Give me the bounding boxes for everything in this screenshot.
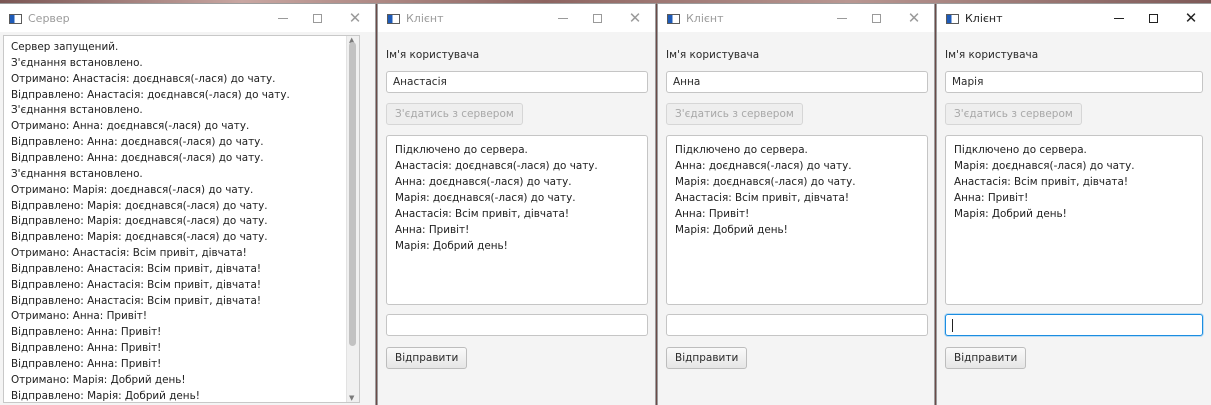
send-button[interactable]: Відправити [386, 347, 468, 369]
log-line: Відправлено: Марія: доєднався(-лася) до … [11, 215, 268, 228]
scrollbar-thumb[interactable] [349, 42, 356, 346]
window-title: Клієнт [686, 12, 724, 25]
app-icon [9, 14, 22, 24]
chat-area[interactable]: Підключено до сервера. Марія: доєднався(-… [945, 135, 1203, 305]
server-titlebar[interactable]: Сервер ✕ [0, 4, 375, 32]
chat-message: Марія: Добрий день! [395, 240, 508, 252]
chat-message: Анна: Привіт! [675, 208, 750, 220]
window-title: Клієнт [965, 12, 1003, 25]
app-icon [387, 14, 400, 24]
scrollbar[interactable]: ▲ ▼ [346, 36, 359, 402]
username-label: Ім'я користувача [666, 49, 760, 61]
log-line: З'єднання встановлено. [11, 167, 143, 180]
window-title: Сервер [28, 12, 70, 25]
username-label: Ім'я користувача [386, 49, 480, 61]
send-button[interactable]: Відправити [945, 347, 1027, 369]
connect-button[interactable]: З'єдатись з сервером [945, 103, 1082, 125]
chat-area[interactable]: Підключено до сервера. Анастасія: доєднав… [386, 135, 648, 305]
log-line: Відправлено: Марія: доєднався(-лася) до … [11, 231, 268, 244]
chat-message: Підключено до сервера. [675, 144, 808, 156]
chat-message: Анна: Привіт! [395, 224, 470, 236]
maximize-icon[interactable] [307, 8, 327, 28]
log-line: Відправлено: Анастасія: доєднався(-лася)… [11, 88, 290, 101]
chat-message: Марія: доєднався(-лася) до чату. [954, 160, 1135, 172]
log-line: Сервер запущений. [11, 41, 119, 53]
maximize-icon[interactable] [1143, 8, 1163, 28]
minimize-icon[interactable] [553, 8, 573, 28]
log-line: Отримано: Марія: Добрий день! [11, 373, 186, 386]
log-line: Відправлено: Марія: Добрий день! [11, 389, 200, 402]
chat-message: Анна: доєднався(-лася) до чату. [395, 176, 572, 188]
log-line: Отримано: Анна: Привіт! [11, 310, 147, 323]
log-line: Відправлено: Анна: Привіт! [11, 326, 162, 339]
chat-message: Марія: доєднався(-лася) до чату. [395, 192, 576, 204]
message-input[interactable] [386, 314, 648, 336]
server-log[interactable]: Сервер запущений. З'єднання встановлено. О… [3, 35, 360, 403]
connect-button[interactable]: З'єдатись з сервером [666, 103, 803, 125]
send-button[interactable]: Відправити [666, 347, 748, 369]
chat-message: Анастасія: Всім привіт, дівчата! [954, 176, 1129, 188]
client-titlebar[interactable]: Клієнт ✕ [658, 4, 934, 32]
connect-button[interactable]: З'єдатись з сервером [386, 103, 523, 125]
maximize-icon[interactable] [866, 8, 886, 28]
chat-message: Анастасія: Всім привіт, дівчата! [675, 192, 850, 204]
log-line: Отримано: Анна: доєднався(-лася) до чату… [11, 120, 250, 133]
close-icon[interactable]: ✕ [345, 8, 365, 28]
log-line: Відправлено: Анастасія: Всім привіт, дів… [11, 262, 262, 275]
window-title: Клієнт [406, 12, 444, 25]
chat-message: Підключено до сервера. [395, 144, 528, 156]
chat-message: Марія: доєднався(-лася) до чату. [675, 176, 856, 188]
client-window-3: Клієнт ✕ Ім'я користувача Марія З'єдатис… [937, 4, 1211, 405]
log-line: Відправлено: Анастасія: Всім привіт, дів… [11, 278, 262, 291]
log-line: Відправлено: Анна: Привіт! [11, 342, 162, 355]
username-input[interactable]: Марія [945, 71, 1203, 93]
username-input[interactable]: Анастасія [386, 71, 648, 93]
log-line: З'єднання встановлено. [11, 104, 143, 117]
log-line: Відправлено: Марія: доєднався(-лася) до … [11, 199, 268, 212]
chat-message: Анна: Привіт! [954, 192, 1029, 204]
client-titlebar[interactable]: Клієнт ✕ [937, 4, 1211, 32]
log-line: Отримано: Марія: доєднався(-лася) до чат… [11, 183, 254, 196]
maximize-icon[interactable] [587, 8, 607, 28]
minimize-icon[interactable] [1109, 8, 1129, 28]
app-icon [667, 14, 680, 24]
chat-message: Марія: Добрий день! [954, 208, 1067, 220]
username-input[interactable]: Анна [666, 71, 928, 93]
chat-message: Анастасія: Всім привіт, дівчата! [395, 208, 570, 220]
minimize-icon[interactable] [832, 8, 852, 28]
app-icon [946, 14, 959, 24]
chat-message: Анастасія: доєднався(-лася) до чату. [395, 160, 598, 172]
minimize-icon[interactable] [273, 8, 293, 28]
chat-message: Марія: Добрий день! [675, 224, 788, 236]
scroll-down-icon[interactable]: ▼ [349, 394, 354, 402]
close-icon[interactable]: ✕ [1181, 8, 1201, 28]
log-line: Отримано: Анастасія: доєднався(-лася) до… [11, 72, 276, 85]
message-input[interactable] [945, 314, 1203, 336]
log-line: Відправлено: Анна: Привіт! [11, 358, 162, 370]
chat-message: Підключено до сервера. [954, 144, 1087, 156]
message-input[interactable] [666, 314, 928, 336]
close-icon[interactable]: ✕ [904, 8, 924, 28]
client-window-1: Клієнт ✕ Ім'я користувача Анастасія З'єд… [378, 4, 655, 405]
client-titlebar[interactable]: Клієнт ✕ [378, 4, 655, 32]
chat-message: Анна: доєднався(-лася) до чату. [675, 160, 852, 172]
client-window-2: Клієнт ✕ Ім'я користувача Анна З'єдатись… [658, 4, 934, 405]
close-icon[interactable]: ✕ [625, 8, 645, 28]
log-line: З'єднання встановлено. [11, 56, 143, 69]
log-line: Отримано: Анастасія: Всім привіт, дівчат… [11, 247, 247, 260]
log-line: Відправлено: Анна: доєднався(-лася) до ч… [11, 151, 264, 164]
server-window: Сервер ✕ Сервер запущений. З'єднання вста… [0, 4, 375, 405]
log-line: Відправлено: Анна: доєднався(-лася) до ч… [11, 136, 264, 149]
chat-area[interactable]: Підключено до сервера. Анна: доєднався(-л… [666, 135, 928, 305]
username-label: Ім'я користувача [945, 49, 1039, 61]
text-caret [952, 318, 953, 332]
log-line: Відправлено: Анастасія: Всім привіт, дів… [11, 294, 262, 307]
